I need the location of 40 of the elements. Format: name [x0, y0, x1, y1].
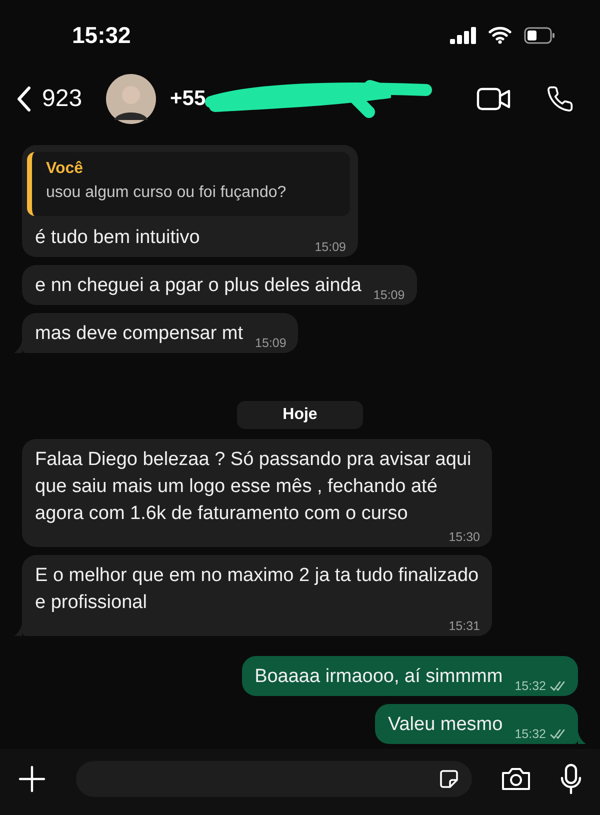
message-text: Valeu mesmo — [388, 713, 503, 737]
quoted-message[interactable]: Você usou algum curso ou foi fuçando? — [27, 152, 350, 216]
message-time: 15:32 — [514, 727, 546, 741]
avatar[interactable] — [106, 74, 156, 124]
incoming-message-bubble[interactable]: e nn cheguei a pgar o plus deles ainda 15:09 — [22, 265, 417, 305]
message-time: 15:32 — [514, 679, 546, 693]
back-chevron-icon — [16, 86, 32, 112]
microphone-button[interactable] — [560, 763, 582, 795]
message-text: mas deve compensar mt — [35, 322, 244, 346]
message-time: 15:09 — [255, 336, 286, 350]
quote-text: usou algum curso ou foi fuçando? — [46, 184, 288, 202]
wifi-icon — [488, 26, 512, 44]
message-time: 15:30 — [448, 530, 480, 544]
message-time: 15:09 — [314, 240, 346, 254]
quote-author: Você — [46, 160, 84, 178]
status-time: 15:32 — [72, 22, 131, 48]
message-text: E o melhor que em no maximo 2 ja ta tudo finalizado e profissional — [35, 564, 480, 615]
message-text: é tudo bem intuitivo — [35, 226, 200, 250]
camera-button[interactable] — [500, 766, 532, 792]
incoming-message-bubble[interactable]: Falaa Diego belezaa ? Só passando pra avisar aqui que saiu mais um logo esse mês , fechando até agora com 1.6k de faturamento com o curso 15:30 — [22, 439, 492, 547]
day-divider: Hoje — [236, 401, 364, 429]
signal-icon — [450, 26, 476, 44]
video-call-button[interactable] — [476, 86, 512, 112]
add-button[interactable] — [18, 765, 46, 793]
incoming-message-bubble[interactable]: E o melhor que em no maximo 2 ja ta tudo finalizado e profissional 15:31 — [22, 555, 492, 636]
message-text: Falaa Diego belezaa ? Só passando pra avisar aqui que saiu mais um logo esse mês , fechando até agora com 1.6k de faturamento com o curso — [35, 448, 472, 526]
outgoing-message-bubble[interactable]: Valeu mesmo 15:32 — [374, 704, 578, 744]
message-text: Boaaaa irmaooo, aí simmmm — [254, 665, 503, 689]
phone-call-button[interactable] — [546, 85, 574, 113]
message-text: e nn cheguei a pgar o plus deles ainda — [35, 274, 362, 298]
message-time: 15:31 — [448, 619, 480, 633]
message-time: 15:09 — [373, 288, 405, 302]
incoming-message-bubble[interactable]: mas deve compensar mt 15:09 — [22, 313, 298, 353]
back-button[interactable]: 923 — [16, 85, 82, 113]
message-input-field[interactable] — [76, 761, 472, 797]
contact-name[interactable]: +55 — [170, 87, 206, 111]
outgoing-message-bubble[interactable]: Boaaaa irmaooo, aí simmmm 15:32 — [242, 656, 578, 696]
incoming-message-bubble[interactable]: Você usou algum curso ou foi fuçando? é tudo bem intuitivo 15:09 — [22, 145, 358, 257]
sticker-icon[interactable] — [438, 768, 460, 790]
battery-icon — [524, 26, 556, 44]
